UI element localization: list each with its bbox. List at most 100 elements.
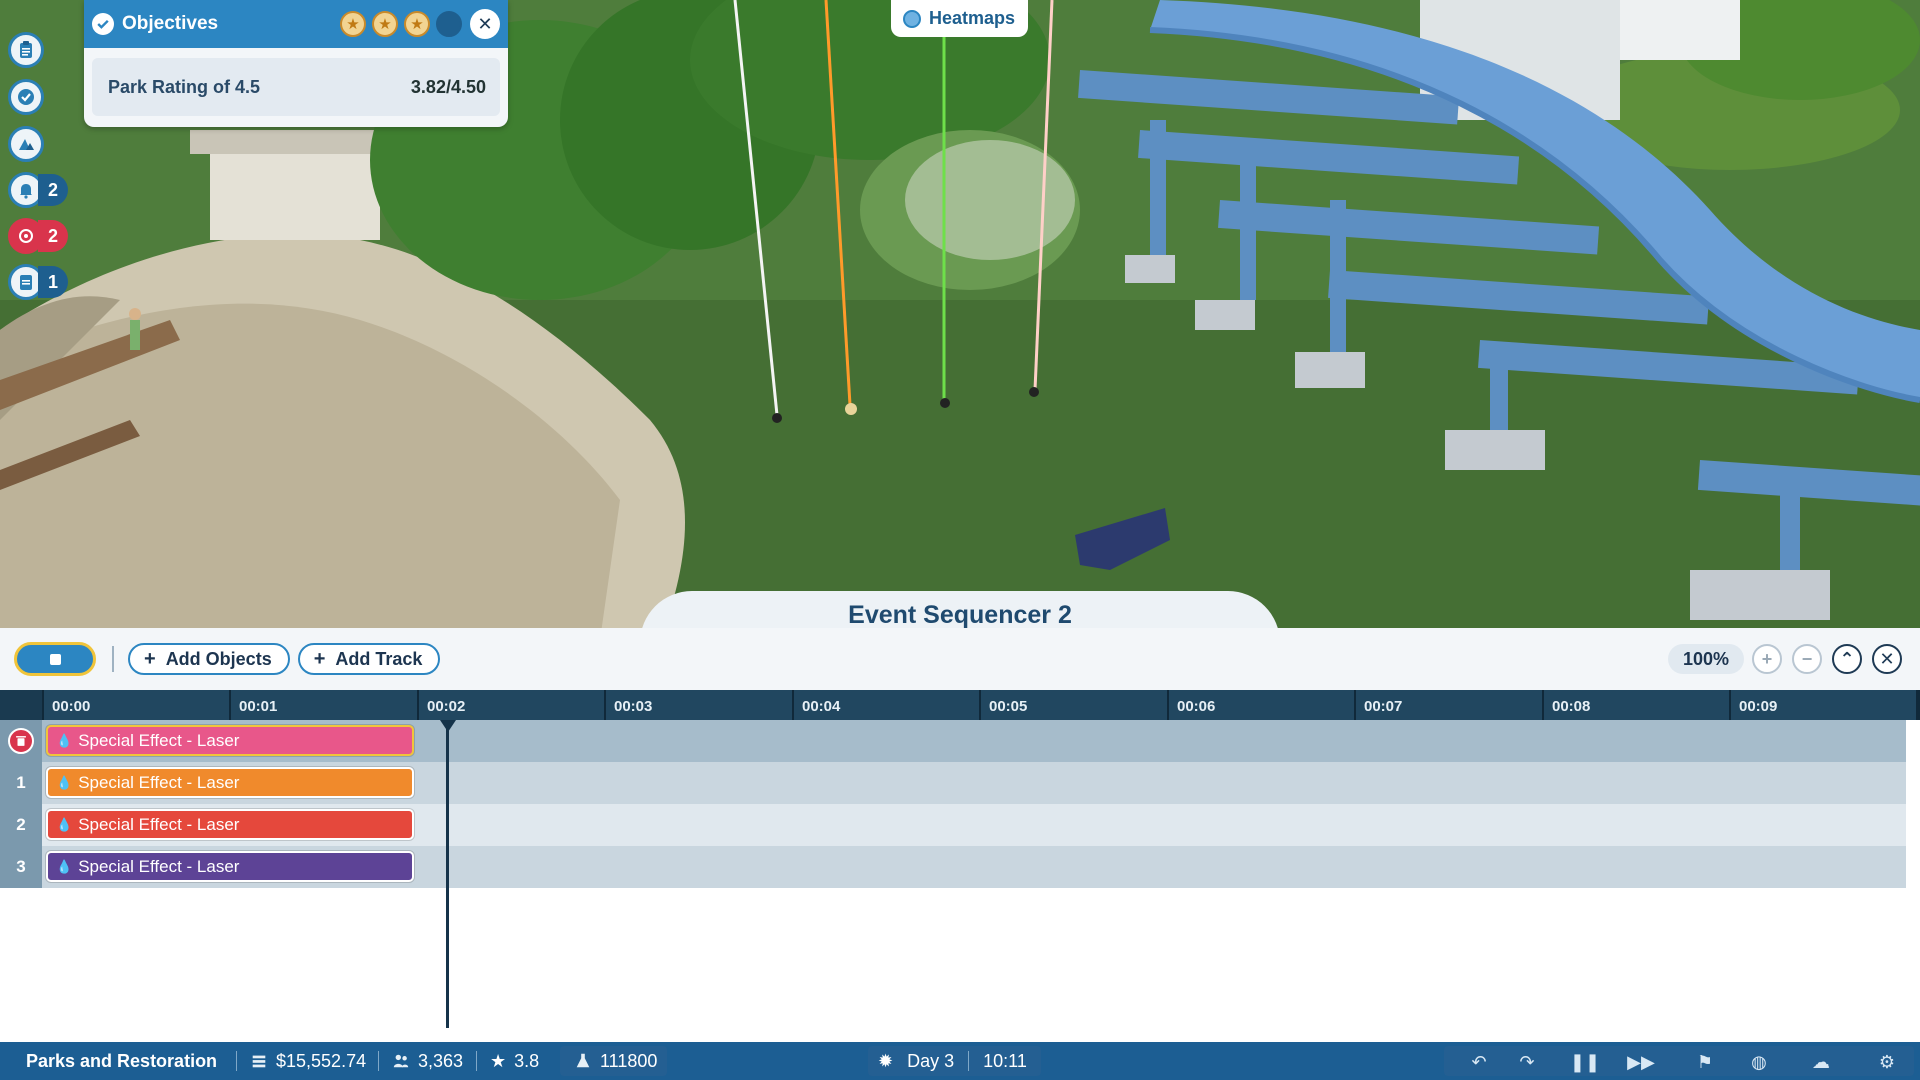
star-icon: ★ bbox=[404, 11, 430, 37]
clip[interactable]: 💧 Special Effect - Laser bbox=[46, 725, 414, 756]
watermark: THEGAMER bbox=[1710, 1020, 1856, 1047]
camera-mode-button[interactable]: ⚑ bbox=[1690, 1048, 1720, 1076]
zoom-out-button[interactable]: − bbox=[1792, 644, 1822, 674]
money-display[interactable]: $15,552.74 bbox=[250, 1046, 366, 1076]
redo-icon: ↷ bbox=[1519, 1051, 1535, 1072]
check-badge-icon bbox=[18, 89, 34, 105]
clip[interactable]: 💧 Special Effect - Laser bbox=[46, 851, 414, 882]
settings-button[interactable]: ⚙ bbox=[1872, 1048, 1902, 1076]
clip-label: Special Effect - Laser bbox=[78, 856, 240, 876]
time-tick: 00:03 bbox=[604, 690, 652, 720]
clip-label: Special Effect - Laser bbox=[78, 772, 240, 792]
pause-icon: ❚❚ bbox=[1569, 1051, 1601, 1072]
clipboard-button[interactable] bbox=[8, 32, 44, 68]
effect-icon: 💧 bbox=[56, 774, 73, 790]
time-tick: 00:09 bbox=[1729, 690, 1777, 720]
time-tick: 00:07 bbox=[1354, 690, 1402, 720]
heatmaps-label: Heatmaps bbox=[929, 8, 1016, 28]
add-objects-button[interactable]: + Add Objects bbox=[128, 643, 290, 675]
scenery-button[interactable] bbox=[8, 126, 44, 162]
close-sequencer-button[interactable]: ✕ bbox=[1872, 644, 1902, 674]
alerts-count: 2 bbox=[38, 220, 68, 252]
time-tick: 00:08 bbox=[1542, 690, 1590, 720]
objectives-button[interactable] bbox=[8, 79, 44, 115]
fast-forward-button[interactable]: ▶▶ bbox=[1626, 1048, 1656, 1076]
playhead-handle[interactable] bbox=[440, 720, 456, 732]
research-display[interactable]: 111800 bbox=[560, 1046, 668, 1076]
playhead[interactable] bbox=[446, 720, 449, 1028]
track-row: 1 💧 Special Effect - Laser bbox=[0, 762, 1906, 804]
guests-icon bbox=[393, 1054, 409, 1068]
ruler-corner bbox=[0, 690, 42, 720]
plus-icon: + bbox=[313, 647, 326, 670]
date-time-display[interactable]: ✹ Day 3 10:11 bbox=[868, 1046, 1041, 1076]
plus-icon: + bbox=[144, 647, 156, 670]
guests-display[interactable]: 3,363 bbox=[392, 1046, 463, 1076]
flag-icon: ⚑ bbox=[1696, 1051, 1714, 1072]
clip[interactable]: 💧 Special Effect - Laser bbox=[46, 767, 414, 798]
alerts-button[interactable]: 2 bbox=[8, 218, 68, 254]
rating-value: 3.8 bbox=[514, 1050, 540, 1071]
map-button[interactable]: ◍ bbox=[1744, 1048, 1774, 1076]
money-icon bbox=[252, 1055, 266, 1068]
park-name[interactable]: Parks and Restoration bbox=[26, 1046, 217, 1076]
time-tick: 00:01 bbox=[229, 690, 277, 720]
heatmap-icon bbox=[903, 9, 921, 28]
zoom-in-button[interactable]: + bbox=[1752, 644, 1782, 674]
weather-button[interactable]: ☁ bbox=[1806, 1048, 1836, 1076]
add-track-label: Add Track bbox=[335, 648, 423, 669]
tasks-count: 1 bbox=[38, 266, 68, 298]
clip-label: Special Effect - Laser bbox=[78, 730, 240, 750]
objectives-panel: Objectives ★ ★ ★ ✕ Park Rating of 4.5 3.… bbox=[84, 0, 508, 127]
check-icon bbox=[92, 13, 114, 35]
redo-button[interactable]: ↷ bbox=[1512, 1048, 1542, 1076]
gear-icon: ⚙ bbox=[1878, 1051, 1896, 1072]
tree-icon bbox=[19, 139, 34, 150]
track-row: 3 💧 Special Effect - Laser bbox=[0, 846, 1906, 888]
track-area[interactable]: 💧 Special Effect - Laser 1 💧 Special Eff… bbox=[0, 720, 1920, 1042]
clipboard-icon bbox=[20, 41, 32, 58]
notifications-button[interactable]: 2 bbox=[8, 172, 68, 208]
tasks-button[interactable]: 1 bbox=[8, 264, 68, 300]
track-index: 1 bbox=[0, 762, 42, 804]
day-value: Day 3 bbox=[907, 1050, 955, 1071]
minus-icon: − bbox=[1801, 648, 1813, 669]
delete-track-button[interactable] bbox=[8, 728, 34, 754]
toolbar-divider bbox=[112, 646, 114, 672]
trash-icon bbox=[16, 736, 26, 746]
time-value: 10:11 bbox=[983, 1050, 1027, 1071]
stop-button[interactable] bbox=[14, 642, 96, 676]
research-value: 111800 bbox=[600, 1050, 658, 1071]
track-index: 2 bbox=[0, 804, 42, 846]
add-track-button[interactable]: + Add Track bbox=[297, 643, 441, 675]
objectives-header: Objectives ★ ★ ★ ✕ bbox=[84, 0, 508, 48]
pause-button[interactable]: ❚❚ bbox=[1570, 1048, 1600, 1076]
weather-icon: ☁ bbox=[1812, 1051, 1830, 1072]
objective-item[interactable]: Park Rating of 4.5 3.82/4.50 bbox=[92, 58, 500, 116]
rating-display[interactable]: ★ 3.8 bbox=[490, 1046, 539, 1076]
plus-icon: + bbox=[1761, 648, 1773, 669]
notifications-count: 2 bbox=[38, 174, 68, 206]
time-tick: 00:05 bbox=[979, 690, 1027, 720]
time-tick: 00:00 bbox=[42, 690, 90, 720]
star-empty-icon bbox=[436, 11, 462, 37]
effect-icon: 💧 bbox=[56, 732, 73, 748]
timeline-ruler[interactable]: 00:00 00:01 00:02 00:03 00:04 00:05 00:0… bbox=[0, 690, 1920, 720]
objective-label: Park Rating of 4.5 bbox=[108, 76, 261, 97]
clip[interactable]: 💧 Special Effect - Laser bbox=[46, 809, 414, 840]
close-objectives-button[interactable]: ✕ bbox=[470, 9, 500, 39]
zoom-level: 100% bbox=[1668, 644, 1744, 674]
collapse-button[interactable]: ⌃ bbox=[1832, 644, 1862, 674]
stop-icon bbox=[49, 653, 61, 665]
track-row: 2 💧 Special Effect - Laser bbox=[0, 804, 1906, 846]
heatmaps-button[interactable]: Heatmaps bbox=[891, 0, 1028, 37]
add-objects-label: Add Objects bbox=[165, 648, 272, 669]
sequencer-title: Event Sequencer 2 bbox=[848, 601, 1072, 629]
undo-button[interactable]: ↶ bbox=[1464, 1048, 1494, 1076]
effect-icon: 💧 bbox=[56, 816, 73, 832]
star-icon: ★ bbox=[372, 11, 398, 37]
money-value: $15,552.74 bbox=[276, 1050, 367, 1071]
time-tick: 00:06 bbox=[1167, 690, 1215, 720]
fast-forward-icon: ▶▶ bbox=[1627, 1051, 1655, 1072]
status-bar: Parks and Restoration $15,552.74 3,363 ★… bbox=[0, 1042, 1920, 1080]
